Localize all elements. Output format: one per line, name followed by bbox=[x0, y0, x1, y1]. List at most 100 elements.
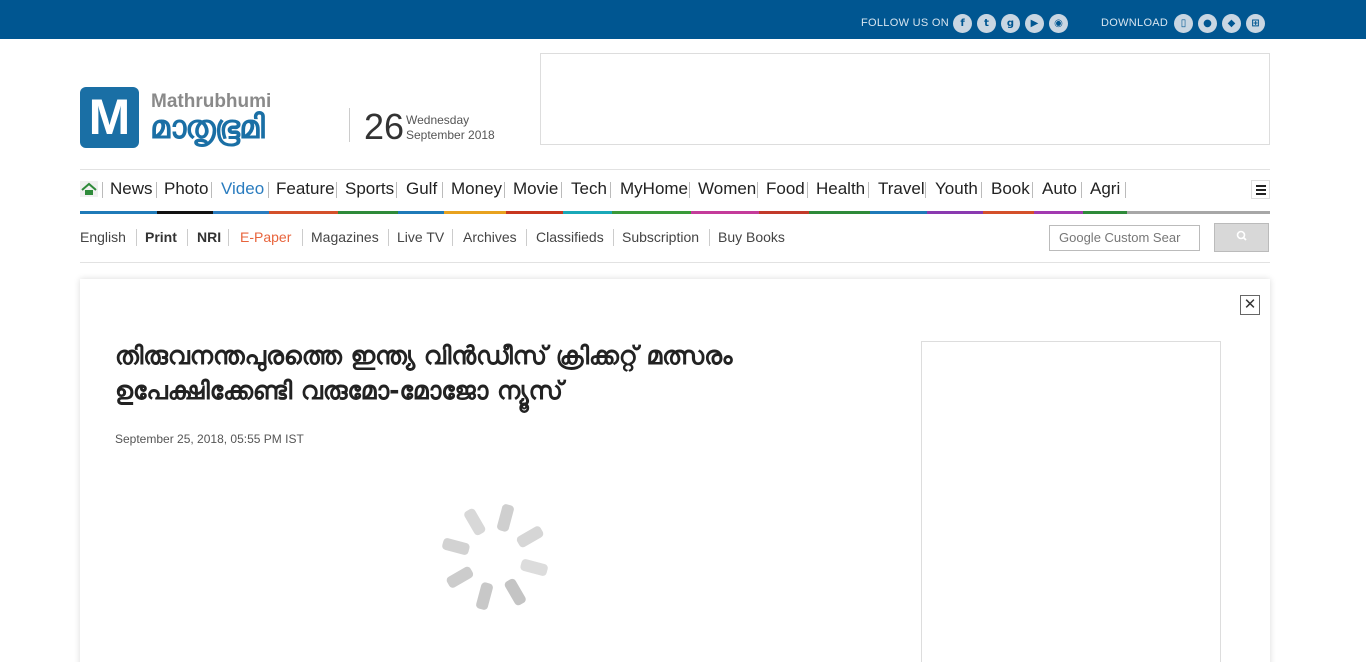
close-icon[interactable]: ✕ bbox=[1240, 295, 1260, 315]
nav-separator bbox=[1125, 182, 1126, 198]
subnav-item-magazines[interactable]: Magazines bbox=[311, 229, 379, 245]
nav-color-bar-gulf bbox=[398, 211, 444, 214]
nav-item-youth[interactable]: Youth bbox=[935, 179, 978, 199]
nav-separator bbox=[1032, 182, 1033, 198]
subnav-item-archives[interactable]: Archives bbox=[463, 229, 517, 245]
nav-separator bbox=[868, 182, 869, 198]
follow-us-label: FOLLOW US ON bbox=[861, 17, 949, 29]
nav-separator bbox=[757, 182, 758, 198]
date-day: 26 bbox=[364, 106, 405, 147]
nav-color-bar-money bbox=[444, 211, 506, 214]
nav-item-travel[interactable]: Travel bbox=[878, 179, 925, 199]
date-weekday: Wednesday bbox=[406, 113, 470, 127]
subnav-separator bbox=[187, 229, 188, 246]
nav-separator bbox=[102, 182, 103, 198]
nav-item-book[interactable]: Book bbox=[991, 179, 1030, 199]
facebook-icon[interactable]: f bbox=[953, 14, 972, 33]
nav-separator bbox=[336, 182, 337, 198]
nav-item-auto[interactable]: Auto bbox=[1042, 179, 1077, 199]
subnav-item-live-tv[interactable]: Live TV bbox=[397, 229, 444, 245]
nav-separator bbox=[981, 182, 982, 198]
subnav-item-subscription[interactable]: Subscription bbox=[622, 229, 699, 245]
subnav-item-buy-books[interactable]: Buy Books bbox=[718, 229, 785, 245]
search-input[interactable] bbox=[1049, 225, 1200, 251]
nav-separator bbox=[442, 182, 443, 198]
article-timestamp: September 25, 2018, 05:55 PM IST bbox=[115, 432, 304, 446]
nav-color-bar-movie bbox=[506, 211, 563, 214]
subnav-separator bbox=[228, 229, 229, 246]
nav-separator bbox=[268, 182, 269, 198]
subnav-item-print[interactable]: Print bbox=[145, 229, 177, 245]
nav-item-feature[interactable]: Feature bbox=[276, 179, 335, 199]
subnav-item-classifieds[interactable]: Classifieds bbox=[536, 229, 604, 245]
logo-malayalam-text[interactable]: മാതൃഭൂമി bbox=[150, 108, 265, 147]
logo-letter: M bbox=[88, 89, 131, 145]
nav-separator bbox=[504, 182, 505, 198]
date-month-year: September 2018 bbox=[406, 128, 495, 142]
subnav-separator bbox=[302, 229, 303, 246]
google-plus-icon[interactable]: g bbox=[1001, 14, 1020, 33]
nav-item-movie[interactable]: Movie bbox=[513, 179, 558, 199]
nav-item-health[interactable]: Health bbox=[816, 179, 865, 199]
subnav-separator bbox=[388, 229, 389, 246]
subnav-item-e-paper[interactable]: E-Paper bbox=[240, 229, 291, 245]
nav-separator bbox=[807, 182, 808, 198]
nav-color-bar-health bbox=[809, 211, 870, 214]
nav-color-bar-auto bbox=[1034, 211, 1083, 214]
subnav-divider bbox=[80, 262, 1270, 263]
date-divider bbox=[349, 108, 350, 142]
subnav-separator bbox=[136, 229, 137, 246]
subnav-item-english[interactable]: English bbox=[80, 229, 126, 245]
youtube-icon[interactable]: ▶ bbox=[1025, 14, 1044, 33]
nav-color-bar-myhome bbox=[612, 211, 691, 214]
nav-item-gulf[interactable]: Gulf bbox=[406, 179, 437, 199]
nav-item-video[interactable]: Video bbox=[221, 179, 264, 199]
apple-app-icon[interactable]: ● bbox=[1198, 14, 1217, 33]
top-ad-banner[interactable] bbox=[540, 53, 1270, 145]
top-bar: FOLLOW US ON f t g ▶ ◉ DOWNLOAD ▯ ● ◆ ⊞ bbox=[0, 0, 1366, 39]
hamburger-menu-icon[interactable] bbox=[1251, 180, 1270, 199]
home-icon[interactable] bbox=[80, 181, 98, 197]
nav-item-women[interactable]: Women bbox=[698, 179, 756, 199]
nav-item-sports[interactable]: Sports bbox=[345, 179, 394, 199]
nav-separator bbox=[1081, 182, 1082, 198]
nav-color-bar-book bbox=[983, 211, 1034, 214]
nav-color-bar-video bbox=[213, 211, 269, 214]
nav-color-bar-agri bbox=[1083, 211, 1127, 214]
nav-item-money[interactable]: Money bbox=[451, 179, 502, 199]
nav-separator bbox=[561, 182, 562, 198]
article-headline: തിരുവനന്തപുരത്തെ ഇന്ത്യ വിൻഡീസ് ക്രിക്കറ… bbox=[115, 341, 733, 405]
nav-color-bar-travel bbox=[870, 211, 927, 214]
nav-separator bbox=[211, 182, 212, 198]
nav-item-food[interactable]: Food bbox=[766, 179, 805, 199]
nav-bar-track bbox=[1127, 211, 1270, 214]
nav-separator bbox=[396, 182, 397, 198]
nav-color-bar-food bbox=[759, 211, 809, 214]
nav-item-agri[interactable]: Agri bbox=[1090, 179, 1120, 199]
nav-item-myhome[interactable]: MyHome bbox=[620, 179, 688, 199]
search-icon bbox=[1236, 230, 1247, 241]
rss-icon[interactable]: ◉ bbox=[1049, 14, 1068, 33]
nav-color-bar-sports bbox=[338, 211, 398, 214]
nav-item-tech[interactable]: Tech bbox=[571, 179, 607, 199]
search-button[interactable] bbox=[1214, 223, 1269, 252]
subnav-item-nri[interactable]: NRI bbox=[197, 229, 221, 245]
nav-separator bbox=[689, 182, 690, 198]
nav-separator bbox=[610, 182, 611, 198]
windows-app-icon[interactable]: ⊞ bbox=[1246, 14, 1265, 33]
nav-item-photo[interactable]: Photo bbox=[164, 179, 208, 199]
nav-item-news[interactable]: News bbox=[110, 179, 153, 199]
site-logo[interactable]: M bbox=[80, 87, 139, 148]
subnav-separator bbox=[526, 229, 527, 246]
subnav-separator bbox=[452, 229, 453, 246]
mobile-app-icon[interactable]: ▯ bbox=[1174, 14, 1193, 33]
twitter-icon[interactable]: t bbox=[977, 14, 996, 33]
nav-color-bar-tech bbox=[563, 211, 612, 214]
nav-color-bar-feature bbox=[269, 211, 338, 214]
nav-separator bbox=[925, 182, 926, 198]
android-app-icon[interactable]: ◆ bbox=[1222, 14, 1241, 33]
subnav-separator bbox=[613, 229, 614, 246]
sidebar-ad[interactable] bbox=[921, 341, 1221, 662]
nav-color-bar-youth bbox=[927, 211, 983, 214]
nav-color-bar-news bbox=[80, 211, 157, 214]
